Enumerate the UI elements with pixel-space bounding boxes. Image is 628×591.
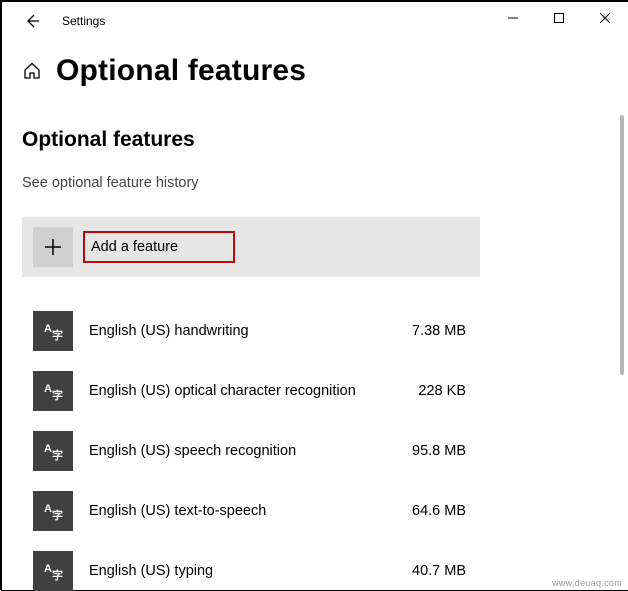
feature-size: 228 KB [418,383,466,399]
feature-item[interactable]: A字 English (US) text-to-speech 64.6 MB [22,481,480,541]
maximize-icon [554,13,564,23]
svg-text:A: A [44,383,52,395]
feature-item[interactable]: A字 English (US) speech recognition 95.8 … [22,421,480,481]
section-heading: Optional features [22,128,628,152]
watermark: www.deuaq.com [552,578,622,588]
back-arrow-icon [24,13,40,29]
feature-size: 40.7 MB [412,563,466,579]
close-icon [600,13,610,23]
scrollbar[interactable] [620,115,624,375]
svg-text:A: A [44,443,52,455]
title-bar: Settings [2,2,628,40]
language-icon: A字 [33,491,73,531]
plus-icon [33,227,73,267]
window-controls [490,2,628,34]
add-feature-highlight: Add a feature [83,231,235,263]
feature-item[interactable]: A字 English (US) handwriting 7.38 MB [22,301,480,361]
home-icon[interactable] [22,61,42,81]
minimize-icon [508,13,518,23]
minimize-button[interactable] [490,2,536,34]
feature-name: English (US) optical character recogniti… [89,383,418,399]
feature-list: A字 English (US) handwriting 7.38 MB A字 E… [22,301,480,591]
window-title: Settings [62,14,105,28]
svg-text:字: 字 [52,388,63,402]
page-header: Optional features [2,40,628,98]
maximize-button[interactable] [536,2,582,34]
content-area: Optional features See optional feature h… [2,98,628,591]
language-icon: A字 [33,311,73,351]
svg-text:字: 字 [52,508,63,522]
svg-text:A: A [44,503,52,515]
feature-name: English (US) typing [89,563,412,579]
svg-text:A: A [44,563,52,575]
feature-size: 7.38 MB [412,323,466,339]
feature-name: English (US) speech recognition [89,443,412,459]
language-icon: A字 [33,371,73,411]
back-button[interactable] [16,5,48,37]
svg-text:字: 字 [52,328,63,342]
history-link[interactable]: See optional feature history [22,175,199,191]
page-title: Optional features [56,54,306,88]
feature-item[interactable]: A字 English (US) typing 40.7 MB [22,541,480,591]
feature-name: English (US) text-to-speech [89,503,412,519]
svg-text:字: 字 [52,448,63,462]
close-button[interactable] [582,2,628,34]
add-feature-label: Add a feature [91,239,178,255]
svg-text:A: A [44,323,52,335]
feature-size: 64.6 MB [412,503,466,519]
feature-name: English (US) handwriting [89,323,412,339]
language-icon: A字 [33,431,73,471]
add-feature-button[interactable]: Add a feature [22,217,480,277]
language-icon: A字 [33,551,73,591]
feature-item[interactable]: A字 English (US) optical character recogn… [22,361,480,421]
svg-text:字: 字 [52,568,63,582]
feature-size: 95.8 MB [412,443,466,459]
